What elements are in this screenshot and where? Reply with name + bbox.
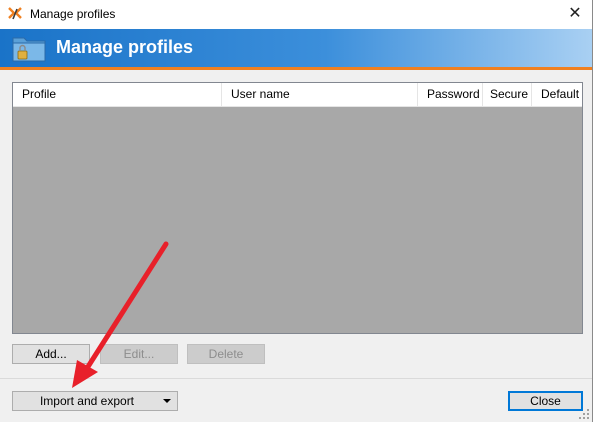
header-banner: Manage profiles — [0, 29, 592, 67]
column-header-user-name[interactable]: User name — [222, 83, 418, 106]
column-header-password[interactable]: Password — [418, 83, 483, 106]
column-header-secure[interactable]: Secure — [483, 83, 532, 106]
edit-button[interactable]: Edit... — [100, 344, 178, 364]
add-button[interactable]: Add... — [12, 344, 90, 364]
import-export-button[interactable]: Import and export — [12, 391, 178, 411]
manage-profiles-window: Manage profiles ✕ Manage profiles Profil… — [0, 0, 593, 422]
profiles-list[interactable]: Profile User name Password Secure Defaul… — [12, 82, 583, 334]
accent-divider — [0, 67, 592, 70]
profiles-list-header: Profile User name Password Secure Defaul… — [13, 83, 582, 107]
window-close-icon[interactable]: ✕ — [564, 3, 586, 25]
close-button[interactable]: Close — [508, 391, 583, 411]
app-logo-icon — [8, 7, 22, 20]
banner-title: Manage profiles — [56, 37, 194, 57]
import-export-label: Import and export — [39, 394, 135, 408]
window-title: Manage profiles — [30, 7, 116, 21]
folder-lock-icon — [12, 37, 46, 62]
column-header-default[interactable]: Default — [532, 83, 582, 106]
dropdown-caret-icon — [163, 399, 171, 403]
delete-button[interactable]: Delete — [187, 344, 265, 364]
footer-separator — [0, 378, 592, 379]
column-header-profile[interactable]: Profile — [13, 83, 222, 106]
title-bar: Manage profiles ✕ — [0, 0, 592, 29]
resize-grip-icon[interactable] — [579, 409, 589, 419]
